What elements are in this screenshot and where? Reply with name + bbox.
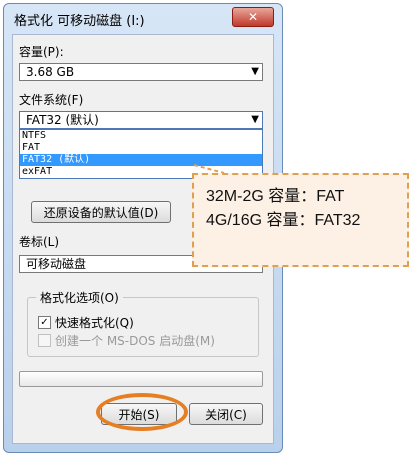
filesystem-value: FAT32 (默认) — [26, 113, 99, 127]
filesystem-option-fat[interactable]: FAT — [20, 142, 262, 154]
annotation-line-2: 4G/16G 容量：FAT32 — [206, 212, 361, 229]
checkbox-box — [38, 334, 51, 347]
capacity-label: 容量(P): — [19, 45, 64, 59]
close-icon[interactable]: ✕ — [232, 7, 274, 27]
filesystem-option-ntfs[interactable]: NTFS — [20, 130, 262, 142]
format-options-group: 格式化选项(O) ✓ 快速格式化(Q) 创建一个 MS-DOS 启动盘(M) — [27, 289, 259, 357]
format-options-label: 格式化选项(O) — [36, 289, 123, 306]
annotation-line-1: 32M-2G 容量：FAT — [206, 188, 345, 205]
close-button[interactable]: 关闭(C) — [189, 403, 263, 425]
filesystem-combobox[interactable]: FAT32 (默认) ▼ — [19, 111, 263, 129]
filesystem-dropdown-list[interactable]: NTFS FAT FAT32 (默认) exFAT — [19, 129, 263, 179]
dialog-title: 格式化 可移动磁盘 (I:) — [14, 14, 145, 29]
chevron-down-icon[interactable]: ▼ — [251, 64, 259, 80]
chevron-down-icon[interactable]: ▼ — [251, 112, 259, 128]
check-icon: ✓ — [38, 316, 51, 329]
capacity-combobox[interactable]: 3.68 GB ▼ — [19, 63, 263, 81]
filesystem-annotation: 32M-2G 容量：FAT 4G/16G 容量：FAT32 — [192, 173, 409, 267]
restore-defaults-button[interactable]: 还原设备的默认值(D) — [31, 201, 171, 223]
title-bar[interactable]: 格式化 可移动磁盘 (I:) ✕ — [4, 4, 282, 34]
volume-label-label: 卷标(L) — [19, 235, 60, 249]
format-progress-bar — [19, 371, 263, 387]
quick-format-checkbox[interactable]: ✓ 快速格式化(Q) — [38, 314, 134, 331]
quick-format-label: 快速格式化(Q) — [55, 316, 134, 330]
filesystem-label: 文件系统(F) — [19, 93, 84, 107]
start-button-highlight — [96, 393, 188, 431]
msdos-boot-checkbox[interactable]: 创建一个 MS-DOS 启动盘(M) — [38, 332, 215, 349]
capacity-value: 3.68 GB — [26, 65, 75, 79]
msdos-boot-label: 创建一个 MS-DOS 启动盘(M) — [55, 334, 215, 348]
